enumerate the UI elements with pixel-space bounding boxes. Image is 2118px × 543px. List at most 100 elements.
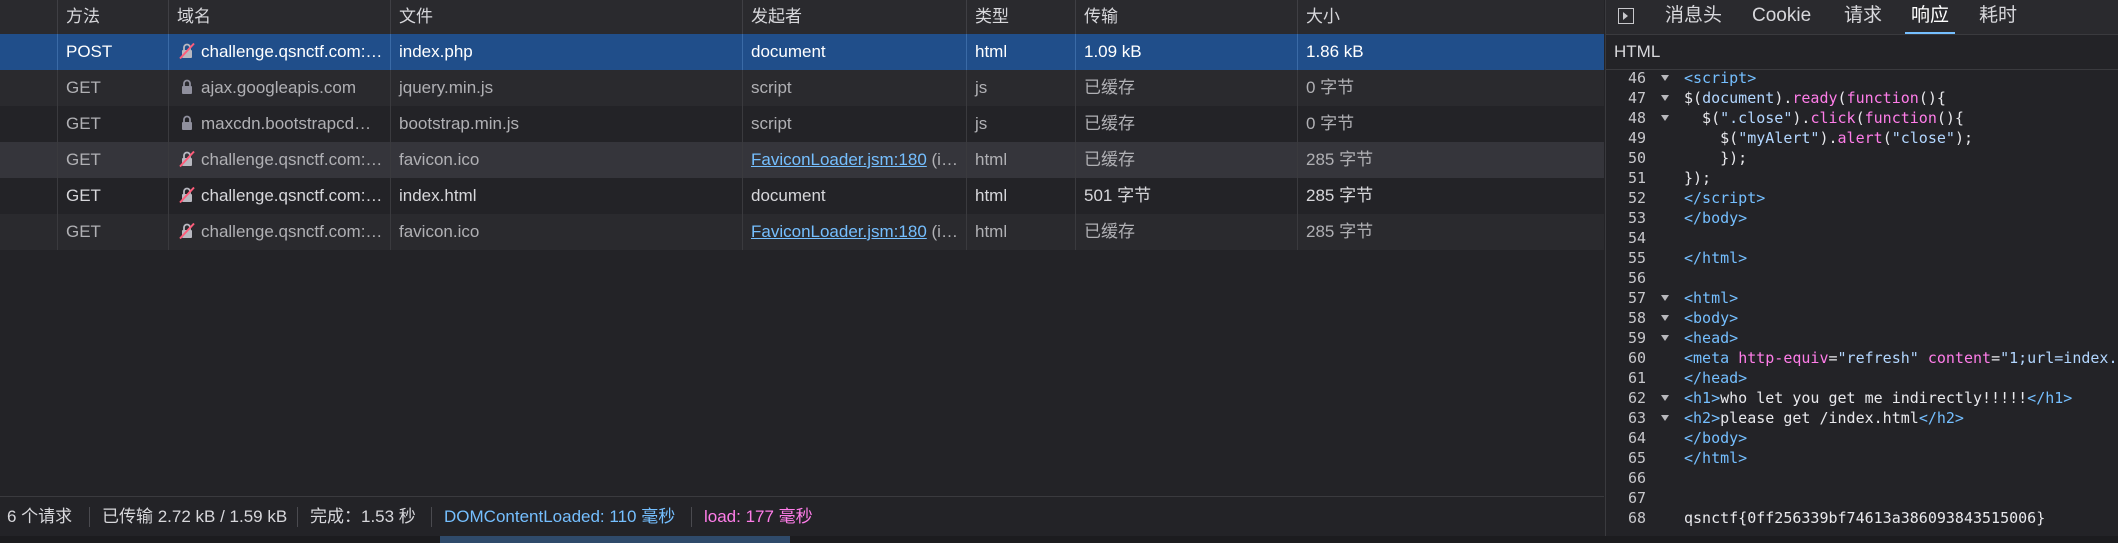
code-line: 62 <h1>who let you get me indirectly!!!!!… — [1627, 389, 2073, 407]
tab-timings[interactable]: 耗时 — [1979, 0, 2017, 32]
file-cell: index.html — [390, 178, 742, 214]
transferred-cell: 已缓存 — [1075, 214, 1297, 250]
initiator-cell: FaviconLoader.jsm:180 (i… — [742, 142, 966, 178]
code-line: 64 </body> — [1627, 429, 1748, 447]
method-cell: GET — [57, 70, 168, 106]
size-cell: 0 字节 — [1297, 106, 1604, 142]
fold-arrow-icon — [1661, 315, 1669, 321]
initiator-link[interactable]: FaviconLoader.jsm:180 — [751, 222, 927, 241]
response-panel: 消息头 Cookie 请求 响应 耗时 HTML 46 <script> 47 $(… — [1605, 0, 2118, 536]
response-source-view[interactable]: 46 <script> 47 $(document).ready(function(… — [1606, 70, 2118, 536]
tab-request[interactable]: 请求 — [1844, 0, 1882, 32]
method-cell: GET — [57, 178, 168, 214]
code-line: 60 <meta http-equiv="refresh" content="1;… — [1627, 349, 2118, 367]
type-cell: html — [966, 142, 1075, 178]
code-line: 50 }); — [1627, 149, 1748, 167]
code-line: 58 <body> — [1627, 309, 1739, 327]
code-line: 53 </body> — [1627, 209, 1748, 227]
code-line: 51}); — [1627, 169, 1712, 187]
load-time: load: 177 毫秒 — [704, 507, 813, 526]
file-cell: favicon.ico — [390, 142, 742, 178]
method-cell: GET — [57, 214, 168, 250]
initiator-cell: FaviconLoader.jsm:180 (i… — [742, 214, 966, 250]
code-line: 61 </head> — [1627, 369, 1748, 387]
code-line: 56 — [1627, 269, 1646, 287]
code-line: 46 <script> — [1627, 70, 1757, 87]
column-header-type[interactable]: 类型 — [966, 0, 1075, 34]
code-line: 65 </html> — [1627, 449, 1748, 467]
code-line: 59 <head> — [1627, 329, 1739, 347]
initiator-cell: document — [742, 34, 966, 70]
fold-arrow-icon — [1661, 415, 1669, 421]
toggle-sidebar-icon[interactable] — [1618, 8, 1634, 24]
fold-arrow-icon — [1661, 395, 1669, 401]
table-row[interactable]: GET maxcdn.bootstrapcd… bootstrap.min.js sc… — [0, 106, 1604, 142]
dom-content-loaded-time: DOMContentLoaded: 110 毫秒 — [444, 507, 676, 526]
type-cell: js — [966, 70, 1075, 106]
transferred-cell: 已缓存 — [1075, 106, 1297, 142]
code-line: 57 <html> — [1627, 289, 1739, 307]
insecure-lock-icon — [179, 150, 195, 168]
table-row[interactable]: GET challenge.qsnctf.com:… index.html docum… — [0, 178, 1604, 214]
transferred-cell: 已缓存 — [1075, 70, 1297, 106]
status-cell — [0, 106, 57, 142]
file-cell: jquery.min.js — [390, 70, 742, 106]
table-row[interactable]: POST challenge.qsnctf.com:… index.php docum… — [0, 34, 1604, 70]
fold-arrow-icon — [1661, 295, 1669, 301]
column-header-method[interactable]: 方法 — [57, 0, 168, 34]
table-row[interactable]: GET ajax.googleapis.com jquery.min.js scrip… — [0, 70, 1604, 106]
transferred-summary: 已传输 2.72 kB / 1.59 kB — [102, 507, 288, 526]
method-cell: POST — [57, 34, 168, 70]
status-cell — [0, 142, 57, 178]
transferred-cell: 501 字节 — [1075, 178, 1297, 214]
status-cell — [0, 214, 57, 250]
status-cell — [0, 70, 57, 106]
domain-cell: challenge.qsnctf.com:… — [168, 142, 390, 178]
tab-cookie[interactable]: Cookie — [1752, 0, 1811, 32]
type-cell: js — [966, 106, 1075, 142]
code-line: 67 — [1627, 489, 1646, 507]
size-cell: 285 字节 — [1297, 178, 1604, 214]
code-line: 47 $(document).ready(function(){ — [1627, 89, 1946, 107]
file-cell: favicon.ico — [390, 214, 742, 250]
transferred-cell: 已缓存 — [1075, 142, 1297, 178]
code-line: 49 $("myAlert").alert("close"); — [1627, 129, 1973, 147]
type-cell: html — [966, 34, 1075, 70]
type-cell: html — [966, 214, 1075, 250]
domain-cell: challenge.qsnctf.com:… — [168, 214, 390, 250]
size-cell: 285 字节 — [1297, 214, 1604, 250]
details-tab-bar: 消息头 Cookie 请求 响应 耗时 — [1606, 0, 2118, 35]
column-header-initiator[interactable]: 发起者 — [742, 0, 966, 34]
method-cell: GET — [57, 142, 168, 178]
transferred-cell: 1.09 kB — [1075, 34, 1297, 70]
response-format-label[interactable]: HTML — [1606, 34, 2118, 70]
domain-cell: ajax.googleapis.com — [168, 70, 390, 106]
bottom-scrollbar[interactable] — [0, 536, 2118, 543]
tab-response[interactable]: 响应 — [1904, 0, 1956, 34]
table-row[interactable]: GET challenge.qsnctf.com:… favicon.ico Favi… — [0, 214, 1604, 250]
file-cell: bootstrap.min.js — [390, 106, 742, 142]
insecure-lock-icon — [179, 42, 195, 60]
insecure-lock-icon — [179, 186, 195, 204]
code-line: 55 </html> — [1627, 249, 1748, 267]
column-header-domain[interactable]: 域名 — [168, 0, 390, 34]
column-header-transferred[interactable]: 传输 — [1075, 0, 1297, 34]
finish-time: 完成：1.53 秒 — [310, 507, 416, 526]
initiator-link[interactable]: FaviconLoader.jsm:180 — [751, 150, 927, 169]
file-cell: index.php — [390, 34, 742, 70]
tab-headers[interactable]: 消息头 — [1665, 0, 1722, 32]
size-cell: 1.86 kB — [1297, 34, 1604, 70]
network-status-bar: 6 个请求 已传输 2.72 kB / 1.59 kB 完成：1.53 秒 DO… — [0, 496, 1604, 537]
request-count: 6 个请求 — [7, 507, 73, 526]
status-cell — [0, 34, 57, 70]
column-header-size[interactable]: 大小 — [1297, 0, 1604, 34]
initiator-cell: script — [742, 70, 966, 106]
code-line: 48 $(".close").click(function(){ — [1627, 109, 1964, 127]
column-header-file[interactable]: 文件 — [390, 0, 742, 34]
lock-icon — [182, 115, 192, 130]
code-line: 52 </script> — [1627, 189, 1766, 207]
table-row[interactable]: GET challenge.qsnctf.com:… favicon.ico Favi… — [0, 142, 1604, 178]
fold-arrow-icon — [1661, 95, 1669, 101]
column-header-status[interactable] — [0, 0, 57, 34]
domain-cell: challenge.qsnctf.com:… — [168, 178, 390, 214]
